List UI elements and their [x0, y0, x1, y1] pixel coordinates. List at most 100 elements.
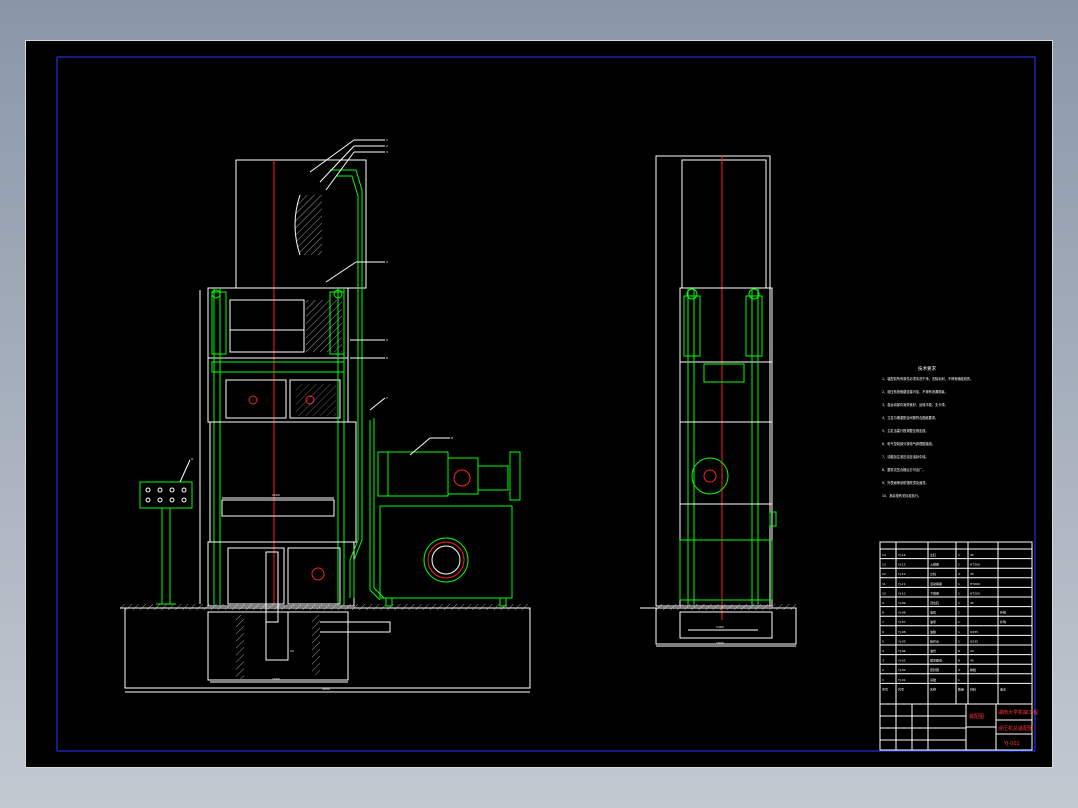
table-cell: 2	[882, 668, 884, 672]
table-cell: YJ-02	[898, 668, 906, 672]
table-cell: 3	[882, 659, 884, 663]
svg-text:6: 6	[386, 356, 388, 360]
table-cell: 锁紧螺母	[930, 658, 942, 663]
table-cell: Q235	[970, 630, 978, 634]
table-header-cell: 序号	[882, 686, 888, 691]
table-cell: 油管	[930, 648, 936, 653]
table-cell: 1	[958, 611, 960, 615]
title-company: 湖南大学机械工程	[998, 709, 1038, 716]
table-cell: 下横梁	[930, 590, 939, 595]
table-cell: YJ-06	[898, 630, 906, 634]
notes-line: 8、整机试压合格后方可出厂。	[882, 467, 925, 472]
table-cell: 基础	[930, 677, 936, 682]
notes-line: 4、立柱与横梁配合间隙符合图纸要求。	[882, 415, 938, 420]
table-cell: YJ-13	[898, 563, 906, 567]
table-cell: 电机	[930, 610, 936, 615]
table-cell: 12	[882, 572, 886, 576]
dim-front-width: 3000	[322, 687, 330, 691]
table-cell: 外购	[1000, 610, 1006, 615]
table-cell: YJ-07	[898, 620, 906, 624]
dim-front-inner: 1600	[272, 677, 280, 681]
table-cell: 橡胶	[970, 667, 976, 672]
svg-text:7: 7	[386, 396, 388, 400]
table-cell: HT200	[970, 591, 980, 595]
table-cell: 5	[882, 639, 884, 643]
notes-line: 9、外表面喷涂防锈底漆及面漆。	[882, 480, 929, 485]
table-cell: 1	[958, 620, 960, 624]
table-cell: 13	[882, 563, 886, 567]
parts-list: 14 YJ-14 主缸 1 4513 YJ-13 上横梁 1 HT20012 YJ-12 立柱 4 45…	[879, 541, 1033, 705]
table-cell: YJ-11	[898, 582, 906, 586]
svg-text:3: 3	[386, 150, 388, 154]
table-cell: 6	[882, 630, 884, 634]
table-cell: 立柱	[930, 571, 936, 576]
title-drawing-name: 液压机总装配图	[998, 725, 1033, 732]
table-cell: YJ-10	[898, 591, 906, 595]
cad-drawing: 3000 1600 1200 1 2 3 4 5 6 7 8 9 10 1800…	[56, 56, 1038, 752]
table-cell: 8	[882, 611, 884, 615]
notes-heading: 技术要求	[918, 365, 936, 372]
table-cell: 14	[882, 553, 886, 557]
table-cell: 1	[958, 553, 960, 557]
svg-text:8: 8	[451, 436, 453, 440]
table-cell: 4	[958, 572, 960, 576]
table-cell: HT200	[970, 563, 980, 567]
table-cell: YJ-12	[898, 572, 906, 576]
svg-text:10: 10	[290, 649, 294, 653]
table-cell: 1	[958, 678, 960, 682]
notes-line: 10、其余按有关标准执行。	[882, 493, 921, 498]
table-cell: 45	[970, 659, 974, 663]
table-cell: 活动横梁	[930, 581, 942, 586]
table-cell: 油箱	[930, 629, 936, 634]
table-cell: 密封圈	[930, 667, 939, 672]
notes-line: 5、主缸活塞行程调整至规定值。	[882, 428, 929, 433]
notes-line: 3、各运动部件润滑良好，运转平稳，无卡滞。	[882, 402, 948, 407]
table-cell: 1	[958, 591, 960, 595]
table-cell: 主缸	[930, 552, 936, 557]
table-cell: YJ-04	[898, 649, 906, 653]
table-cell: YJ-08	[898, 611, 906, 615]
table-cell: 4	[958, 668, 960, 672]
table-cell: YJ-01	[898, 678, 906, 682]
title-mark: 装配图	[969, 713, 984, 720]
table-cell: YJ-09	[898, 601, 906, 605]
svg-text:1: 1	[386, 138, 388, 142]
svg-text:5: 5	[386, 338, 388, 342]
table-cell: 9	[882, 601, 884, 605]
notes-line: 2、液压系统管路连接可靠，不得有渗漏现象。	[882, 389, 948, 394]
technical-notes: 技术要求 1、装配前所有零件必须清洗干净，去除毛刺，不得有磕碰划伤。 2、液压系统…	[882, 365, 973, 498]
table-cell: 1	[882, 678, 884, 682]
table-cell: 11	[882, 582, 886, 586]
table-cell: 20	[970, 649, 974, 653]
table-header-cell: 代号	[898, 686, 904, 691]
table-header-cell: 备注	[1000, 686, 1006, 691]
table-cell: 1	[958, 639, 960, 643]
table-header-cell: 数量	[958, 686, 964, 691]
table-header-cell: 材料	[970, 686, 976, 691]
table-cell: 1	[958, 563, 960, 567]
notes-line: 6、电气控制部分按电气原理图接线。	[882, 441, 935, 446]
dim-side-width: 1800	[716, 641, 724, 645]
svg-text:9: 9	[191, 457, 193, 461]
table-cell: 顶出缸	[930, 600, 939, 605]
table-cell: 操作台	[930, 638, 939, 643]
notes-line: 7、油箱加注液压油至油标中线。	[882, 454, 929, 459]
notes-line: 1、装配前所有零件必须清洗干净，去除毛刺，不得有磕碰划伤。	[882, 376, 973, 381]
dim-press-span: 1200	[272, 493, 280, 497]
table-cell: 上横梁	[930, 562, 939, 567]
table-header-cell: 名称	[930, 686, 936, 691]
title-drawing-no: YJ-001	[1003, 741, 1020, 747]
table-cell: 外购	[1000, 619, 1006, 624]
table-cell: YJ-14	[898, 553, 906, 557]
table-cell: 油泵	[930, 619, 936, 624]
table-cell: YJ-03	[898, 659, 906, 663]
svg-text:2: 2	[386, 144, 388, 148]
table-cell: YJ-05	[898, 639, 906, 643]
table-cell: 6	[958, 649, 960, 653]
table-cell: HT200	[970, 582, 980, 586]
table-cell: 45	[970, 572, 974, 576]
table-cell: 1	[958, 630, 960, 634]
table-cell: 45	[970, 601, 974, 605]
dim-side-inner: 1400	[716, 625, 724, 629]
table-cell: 10	[882, 591, 886, 595]
